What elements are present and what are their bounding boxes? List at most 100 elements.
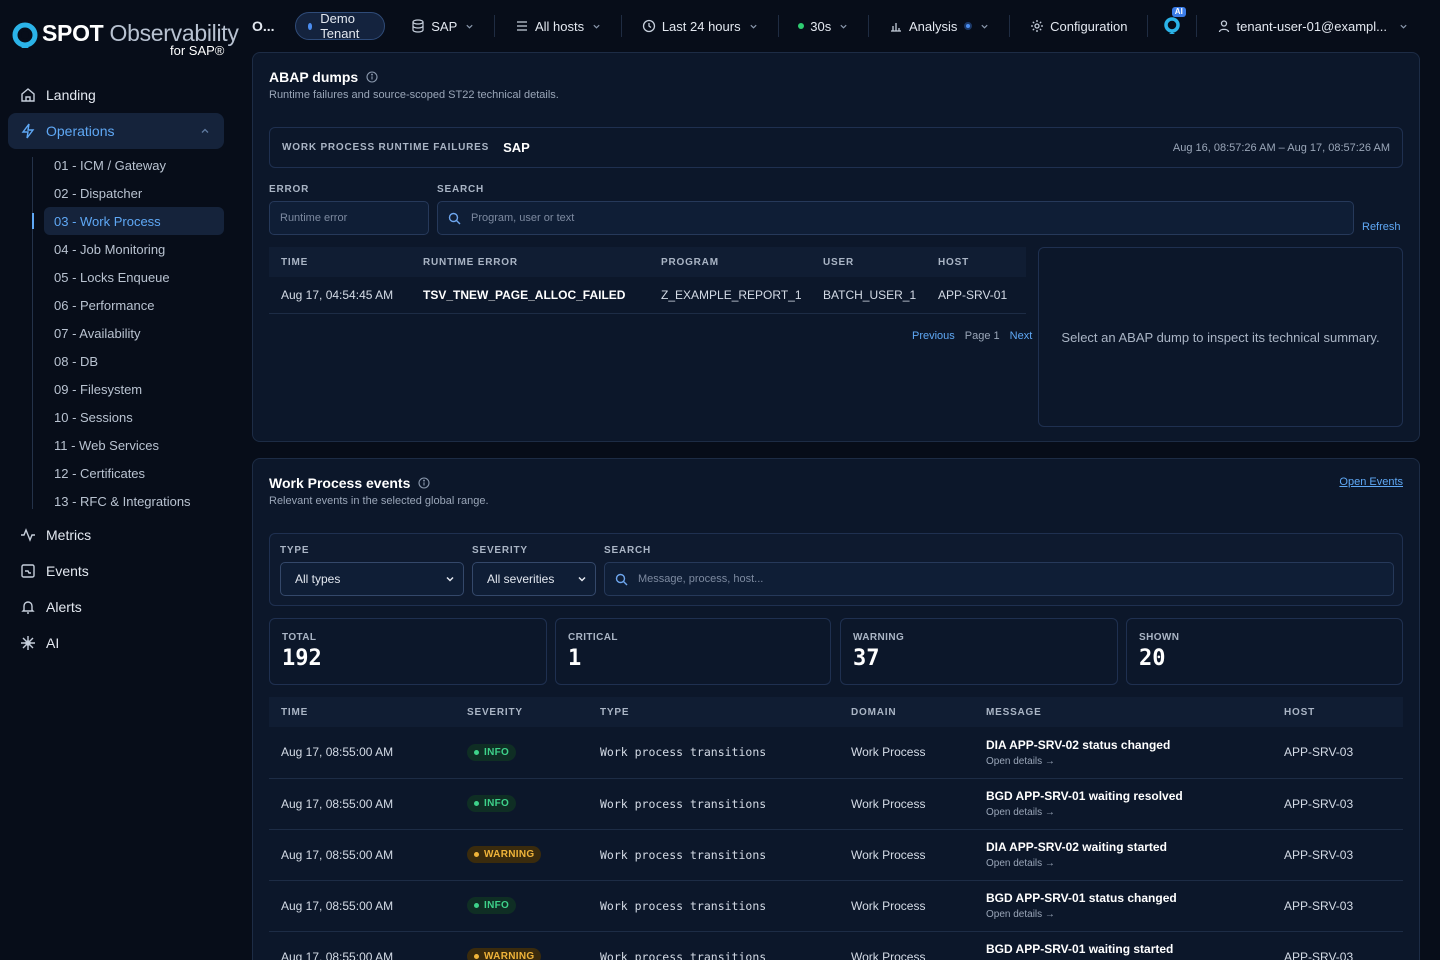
column-header[interactable]: HOST	[1272, 697, 1403, 727]
severity-text: INFO	[484, 900, 510, 911]
nav-item-metrics[interactable]: Metrics	[8, 517, 224, 553]
top-bar: O... Demo Tenant SAP All hosts Last 24 h…	[252, 7, 1421, 41]
event-severity: WARNING	[455, 931, 588, 960]
column-header[interactable]: USER	[811, 247, 926, 277]
events-search-input[interactable]: Message, process, host...	[604, 562, 1394, 596]
severity-dot	[474, 801, 479, 806]
open-details-link[interactable]: Open details →	[986, 858, 1272, 869]
severity-filter-select[interactable]: All severities	[472, 562, 596, 596]
sidebar-subitem[interactable]: 02 - Dispatcher	[44, 179, 224, 207]
analysis-label: Analysis	[908, 18, 958, 34]
system-selector[interactable]: SAP	[399, 12, 486, 40]
user-label: tenant-user-01@exampl...	[1236, 18, 1388, 34]
column-header[interactable]: TYPE	[588, 697, 839, 727]
table-row[interactable]: Aug 17, 08:55:00 AM WARNING Work process t…	[269, 829, 1403, 881]
sidebar-subitem[interactable]: 06 - Performance	[44, 291, 224, 319]
system-label: SAP	[431, 18, 458, 34]
sidebar-subitem[interactable]: 13 - RFC & Integrations	[44, 487, 224, 515]
open-details-link[interactable]: Open details →	[986, 909, 1272, 920]
column-header[interactable]: TIME	[269, 247, 411, 277]
sidebar-subitem[interactable]: 05 - Locks Enqueue	[44, 263, 224, 291]
column-header[interactable]: SEVERITY	[455, 697, 588, 727]
stat-card-shown: SHOWN 20	[1126, 618, 1403, 685]
nav-item-ai[interactable]: AI	[8, 625, 224, 661]
column-header[interactable]: PROGRAM	[649, 247, 811, 277]
column-header[interactable]: TIME	[269, 697, 455, 727]
sidebar-subitem[interactable]: 08 - DB	[44, 347, 224, 375]
tenant-selector[interactable]: Demo Tenant	[294, 11, 386, 41]
open-events-link[interactable]: Open Events	[1339, 476, 1403, 488]
previous-page-button[interactable]: Previous	[912, 330, 955, 342]
divider	[621, 15, 622, 37]
time-range-selector[interactable]: Last 24 hours	[630, 12, 770, 40]
main-nav: Landing Operations 01 - ICM / Gateway 02 …	[8, 77, 224, 661]
column-header[interactable]: HOST	[926, 247, 1026, 277]
nav-item-events[interactable]: Events	[8, 553, 224, 589]
analysis-menu[interactable]: Analysis	[877, 12, 1001, 40]
event-message: BGD APP-SRV-01 status changed	[986, 891, 1177, 905]
refresh-interval-label: 30s	[810, 18, 832, 34]
event-time: Aug 17, 08:55:00 AM	[269, 778, 455, 830]
column-header[interactable]: RUNTIME ERROR	[411, 247, 649, 277]
severity-badge: INFO	[467, 795, 517, 812]
nav-item-alerts[interactable]: Alerts	[8, 589, 224, 625]
error-filter-placeholder: Runtime error	[280, 212, 348, 224]
table-row[interactable]: Aug 17, 08:55:00 AM INFO Work process tran…	[269, 727, 1403, 779]
abap-search-input[interactable]: Program, user or text	[437, 201, 1354, 235]
dump-detail-hint: Select an ABAP dump to inspect its techn…	[1061, 329, 1380, 345]
table-row[interactable]: Aug 17, 04:54:45 AM TSV_TNEW_PAGE_ALLOC_…	[269, 277, 1026, 314]
sidebar-subitem[interactable]: 09 - Filesystem	[44, 375, 224, 403]
chevron-down-icon	[466, 24, 473, 29]
table-header-row: TIME RUNTIME ERROR PROGRAM USER HOST	[269, 247, 1026, 277]
activity-icon	[21, 528, 35, 542]
events-filter-box: TYPE All types SEVERITY All severities S…	[269, 533, 1403, 606]
refresh-button[interactable]: Refresh	[1362, 221, 1401, 233]
chevron-up-icon[interactable]	[200, 126, 210, 136]
table-row[interactable]: Aug 17, 08:55:00 AM WARNING Work process t…	[269, 931, 1403, 960]
search-icon	[615, 573, 628, 585]
strip-label: WORK PROCESS RUNTIME FAILURES	[282, 142, 490, 153]
open-details-link[interactable]: Open details →	[986, 807, 1272, 818]
stat-label: SHOWN	[1139, 632, 1180, 643]
next-page-button[interactable]: Next	[1010, 330, 1033, 342]
sidebar-subitem[interactable]: 11 - Web Services	[44, 431, 224, 459]
sidebar-subitem[interactable]: 10 - Sessions	[44, 403, 224, 431]
error-filter-input[interactable]: Runtime error	[269, 201, 429, 235]
strip-system: SAP	[503, 140, 530, 155]
stat-card-critical: CRITICAL 1	[555, 618, 831, 685]
sidebar-subitem[interactable]: 07 - Availability	[44, 319, 224, 347]
sidebar: SPOT Observability for SAP® Landing Oper…	[0, 0, 239, 960]
refresh-interval-selector[interactable]: 30s	[786, 12, 860, 40]
sidebar-subitem[interactable]: 12 - Certificates	[44, 459, 224, 487]
panel-subtitle: Runtime failures and source-scoped ST22 …	[269, 89, 559, 101]
brand-logo[interactable]: SPOT Observability for SAP®	[12, 20, 239, 62]
ai-assistant-button[interactable]: AI	[1162, 7, 1186, 40]
panel-title: ABAP dumps	[269, 69, 378, 85]
table-row[interactable]: Aug 17, 08:55:00 AM INFO Work process tran…	[269, 778, 1403, 830]
info-icon[interactable]	[418, 477, 430, 489]
nav-item-operations[interactable]: Operations	[8, 113, 224, 149]
home-icon	[21, 88, 35, 102]
column-header[interactable]: MESSAGE	[974, 697, 1272, 727]
type-filter-label: TYPE	[280, 545, 310, 556]
sidebar-subitem[interactable]: 03 - Work Process	[32, 207, 224, 235]
column-header[interactable]: DOMAIN	[839, 697, 974, 727]
event-message: DIA APP-SRV-02 waiting started	[986, 840, 1167, 854]
chevron-down-icon	[981, 24, 989, 29]
type-filter-select[interactable]: All types	[280, 562, 464, 596]
hosts-selector[interactable]: All hosts	[503, 12, 613, 40]
open-details-link[interactable]: Open details →	[986, 756, 1272, 767]
breadcrumb[interactable]: O...	[252, 18, 275, 34]
list-icon	[516, 21, 527, 31]
configuration-button[interactable]: Configuration	[1018, 12, 1139, 40]
table-row[interactable]: Aug 17, 08:55:00 AM INFO Work process tran…	[269, 880, 1403, 932]
nav-item-label: AI	[46, 635, 60, 651]
sidebar-subitem[interactable]: 04 - Job Monitoring	[44, 235, 224, 263]
user-menu[interactable]: tenant-user-01@exampl...	[1205, 12, 1421, 40]
event-message-cell: BGD APP-SRV-01 waiting resolved Open deta…	[974, 778, 1272, 830]
panel-title: Work Process events	[269, 475, 430, 491]
nav-item-landing[interactable]: Landing	[8, 77, 224, 113]
sidebar-subitem[interactable]: 01 - ICM / Gateway	[44, 151, 224, 179]
event-message-cell: DIA APP-SRV-02 waiting started Open detai…	[974, 829, 1272, 881]
info-icon[interactable]	[366, 71, 378, 83]
